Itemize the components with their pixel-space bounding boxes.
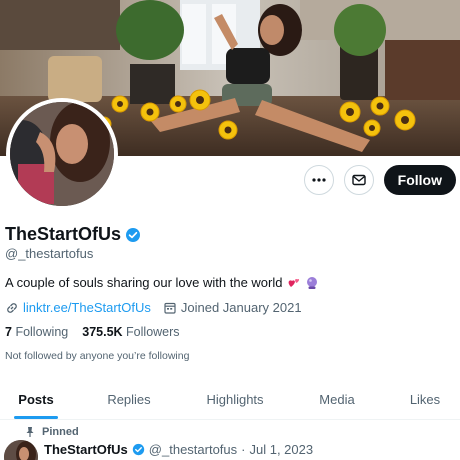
tab-replies[interactable]: Replies <box>72 380 186 419</box>
tab-posts[interactable]: Posts <box>0 380 72 419</box>
link-icon <box>7 302 17 313</box>
post-author-avatar[interactable] <box>4 440 38 460</box>
tab-likes[interactable]: Likes <box>390 380 460 419</box>
bio-text: A couple of souls sharing our love with … <box>5 275 283 290</box>
joined-date: Joined January 2021 <box>180 300 302 315</box>
pinned-label: Pinned <box>42 426 79 438</box>
verified-badge-icon[interactable] <box>125 227 141 243</box>
profile-meta: linktr.ee/TheStartOfUs Joined January 20… <box>5 300 302 315</box>
following-label: Following <box>15 325 69 339</box>
tab-highlights[interactable]: Highlights <box>186 380 284 419</box>
calendar-icon <box>164 302 176 314</box>
display-name: TheStartOfUs <box>5 224 122 244</box>
not-followed-notice: Not followed by anyone you’re following <box>5 350 190 362</box>
pinned-post[interactable]: TheStartOfUs @_thestartofus · Jul 1, 202… <box>0 440 460 460</box>
pin-icon <box>26 427 34 437</box>
profile-tabs: Posts Replies Highlights Media Likes <box>0 380 460 420</box>
avatar-photo <box>10 102 114 206</box>
verified-badge-icon <box>132 443 144 456</box>
post-date[interactable]: Jul 1, 2023 <box>250 442 314 457</box>
profile-link[interactable]: linktr.ee/TheStartOfUs <box>23 300 151 315</box>
post-author-handle[interactable]: @_thestartofus <box>149 442 237 457</box>
following-link[interactable]: 7 Following <box>5 325 68 339</box>
message-button[interactable] <box>343 165 374 195</box>
post-header: TheStartOfUs @_thestartofus · Jul 1, 202… <box>44 442 313 457</box>
crystal-ball-icon <box>306 276 317 289</box>
more-icon <box>312 178 326 182</box>
follow-button[interactable]: Follow <box>383 165 456 195</box>
tab-media[interactable]: Media <box>284 380 390 419</box>
envelope-icon <box>351 174 366 186</box>
profile-avatar[interactable] <box>6 98 118 210</box>
followers-link[interactable]: 375.5K Followers <box>82 325 179 339</box>
profile-actions: Follow <box>303 165 456 195</box>
more-button[interactable] <box>303 165 334 195</box>
followers-count: 375.5K <box>82 325 123 339</box>
post-separator: · <box>241 442 246 457</box>
profile-handle: @_thestartofus <box>5 246 94 261</box>
followers-label: Followers <box>126 325 180 339</box>
pinned-indicator: Pinned <box>24 426 79 438</box>
follow-counts: 7 Following 375.5K Followers <box>5 325 180 339</box>
profile-bio: A couple of souls sharing our love with … <box>5 275 319 290</box>
post-avatar-photo <box>4 440 38 460</box>
two-hearts-icon <box>288 278 299 287</box>
profile-name-row: TheStartOfUs <box>5 224 141 245</box>
following-count: 7 <box>5 325 12 339</box>
post-author-name[interactable]: TheStartOfUs <box>44 442 128 457</box>
